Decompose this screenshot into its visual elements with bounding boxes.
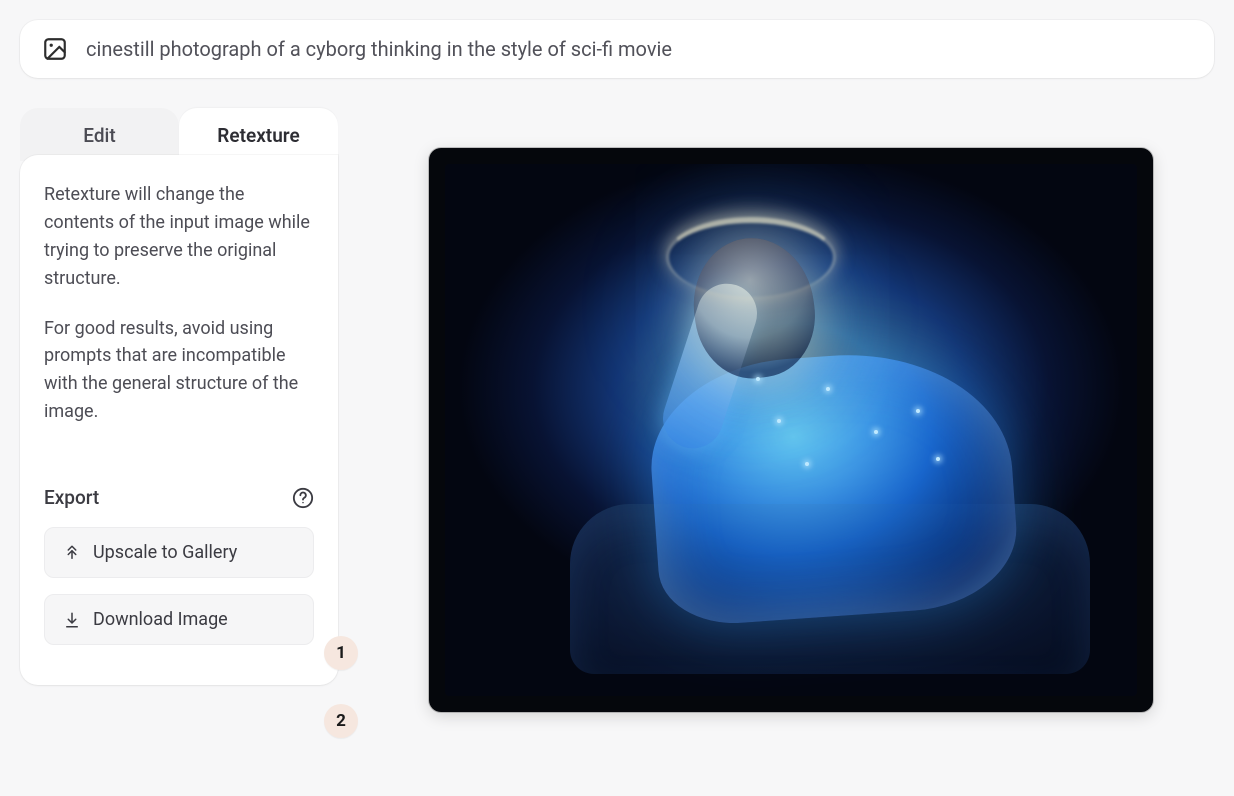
download-icon bbox=[63, 611, 81, 629]
annotation-badge-1: 1 bbox=[324, 636, 358, 670]
download-image-button[interactable]: Download Image bbox=[44, 594, 314, 645]
upscale-button-label: Upscale to Gallery bbox=[93, 542, 237, 563]
retexture-description-1: Retexture will change the contents of th… bbox=[44, 181, 314, 293]
download-button-label: Download Image bbox=[93, 609, 228, 630]
tabs: Edit Retexture bbox=[20, 108, 338, 161]
upscale-icon bbox=[63, 544, 81, 562]
upscale-to-gallery-button[interactable]: Upscale to Gallery bbox=[44, 527, 314, 578]
preview-frame[interactable] bbox=[429, 148, 1153, 712]
preview-area bbox=[368, 108, 1214, 712]
tab-edit[interactable]: Edit bbox=[20, 108, 179, 161]
panel-body: Retexture will change the contents of th… bbox=[20, 155, 338, 685]
help-icon[interactable] bbox=[292, 487, 314, 509]
export-header: Export bbox=[44, 486, 314, 509]
prompt-input[interactable]: cinestill photograph of a cyborg thinkin… bbox=[86, 37, 1192, 61]
prompt-bar[interactable]: cinestill photograph of a cyborg thinkin… bbox=[20, 20, 1214, 78]
export-label: Export bbox=[44, 486, 99, 509]
tab-retexture[interactable]: Retexture bbox=[179, 108, 338, 161]
side-panel: Edit Retexture Retexture will change the… bbox=[20, 108, 338, 685]
image-icon bbox=[42, 36, 68, 62]
retexture-description-2: For good results, avoid using prompts th… bbox=[44, 315, 314, 427]
annotation-badge-2: 2 bbox=[324, 704, 358, 738]
generated-image bbox=[445, 164, 1137, 696]
